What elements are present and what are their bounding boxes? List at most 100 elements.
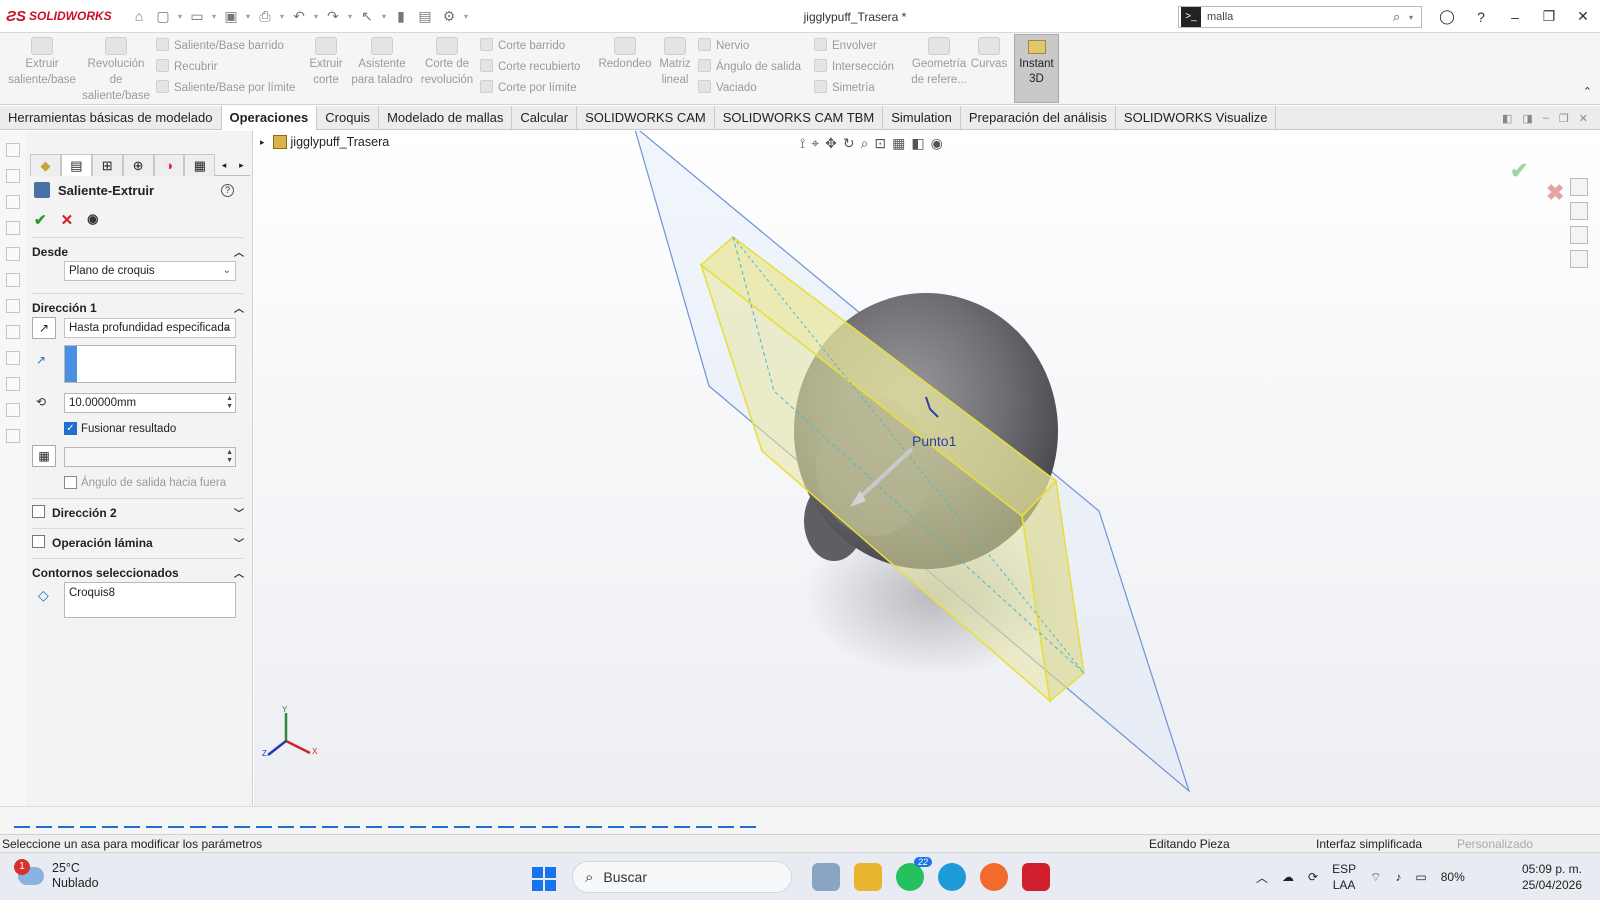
strip-tool-icon[interactable] — [6, 169, 20, 183]
tab-solidworks-cam-tbm[interactable]: SOLIDWORKS CAM TBM — [715, 106, 884, 130]
point-label[interactable]: Punto1 — [912, 433, 956, 449]
extruded-cut-button[interactable]: Extruir corte — [305, 37, 347, 88]
sketch-segment-icon[interactable] — [322, 814, 338, 828]
edge-tool-icon[interactable] — [234, 814, 250, 828]
property-manager-tab-icon[interactable]: ▤ — [60, 154, 92, 176]
note-icon[interactable] — [454, 814, 470, 828]
weather-widget[interactable]: 1 25°C Nublado — [14, 859, 99, 891]
language-indicator[interactable]: ESP LAA — [1332, 861, 1356, 893]
solidworks-logo[interactable]: ƧS SOLIDWORKS — [0, 8, 112, 25]
filter-icon[interactable] — [58, 814, 74, 828]
tab-croquis[interactable]: Croquis — [317, 106, 380, 130]
checkbox-unchecked-icon[interactable] — [64, 476, 77, 489]
spin-arrows-icon[interactable]: ▲ ▼ — [226, 395, 233, 411]
strip-tool-icon[interactable] — [6, 429, 20, 443]
file-explorer-icon[interactable] — [854, 863, 882, 891]
insert-icon[interactable] — [652, 814, 668, 828]
lofted-cut-button[interactable]: Corte recubierto — [480, 59, 580, 73]
cancel-x-icon[interactable]: ✕ — [61, 211, 74, 229]
axis-tool-icon[interactable] — [146, 814, 162, 828]
filter-flag-icon[interactable] — [718, 814, 734, 828]
panel-right-icon[interactable]: ◨ — [1522, 112, 1532, 125]
strip-tool-icon[interactable] — [6, 351, 20, 365]
tab-simulation[interactable]: Simulation — [883, 106, 961, 130]
save-icon[interactable]: ▣ — [220, 8, 242, 25]
revolve-boss-button[interactable]: Revolución de saliente/base — [82, 37, 150, 104]
model-canvas[interactable] — [254, 131, 1600, 806]
section-desde[interactable]: Desde ︿ — [32, 237, 244, 259]
user-account-icon[interactable]: ◯ — [1430, 8, 1464, 25]
strip-tool-icon[interactable] — [6, 195, 20, 209]
design-library-icon[interactable] — [1570, 202, 1588, 220]
tab-preparacion-analisis[interactable]: Preparación del análisis — [961, 106, 1116, 130]
confirm-cancel-icon[interactable]: ✖ — [1546, 180, 1564, 206]
display-style-icon[interactable]: ◧ — [911, 135, 924, 152]
feature-manager-tab-icon[interactable]: ◆ — [30, 154, 61, 176]
ok-check-icon[interactable]: ✔ — [34, 211, 47, 229]
doc-close-icon[interactable]: ✕ — [1579, 112, 1588, 125]
hide-show-icon[interactable]: ◉ — [931, 135, 943, 152]
search-box[interactable]: >_ malla ⌕ ▾ — [1178, 6, 1422, 28]
restore-icon[interactable]: ❐ — [1532, 8, 1566, 25]
boundary-cut-button[interactable]: Corte por límite — [480, 80, 577, 94]
close-icon[interactable]: ✕ — [1566, 8, 1600, 25]
insert-icon[interactable] — [674, 814, 690, 828]
new-file-icon[interactable]: ▢ — [152, 8, 174, 25]
sketch-tool-icon[interactable] — [300, 814, 316, 828]
panel-left-icon[interactable]: ◧ — [1502, 112, 1512, 125]
units-custom-label[interactable]: Personalizado — [1457, 837, 1533, 851]
doc-restore-icon[interactable]: ❐ — [1559, 112, 1569, 125]
rib-button[interactable]: Nervio — [698, 38, 749, 52]
hole-wizard-button[interactable]: Asistente para taladro — [348, 37, 416, 88]
configuration-manager-tab-icon[interactable]: ⊞ — [91, 154, 123, 176]
search-dropdown-icon[interactable]: ▾ — [1409, 13, 1421, 22]
direction-vector-listbox[interactable] — [64, 345, 236, 383]
shell-button[interactable]: Vaciado — [698, 80, 757, 94]
sync-icon[interactable]: ⟳ — [1308, 870, 1318, 884]
zoom-to-fit-icon[interactable]: ⌖ — [811, 135, 819, 152]
search-icon[interactable]: ⌕ — [1393, 9, 1409, 25]
instant3d-button[interactable]: Instant 3D — [1014, 34, 1059, 103]
taskbar-search[interactable]: ⌕ Buscar — [572, 861, 792, 893]
tab-operaciones[interactable]: Operaciones — [221, 106, 318, 130]
check-tool-icon[interactable] — [432, 814, 448, 828]
home-icon[interactable]: ⌂ — [128, 8, 150, 24]
solid-tool-icon[interactable] — [212, 814, 228, 828]
filter-flag-icon[interactable] — [740, 814, 756, 828]
surface-tool-icon[interactable] — [190, 814, 206, 828]
tab-solidworks-visualize[interactable]: SOLIDWORKS Visualize — [1116, 106, 1277, 130]
merge-result-checkbox[interactable]: ✓ Fusionar resultado — [64, 422, 176, 435]
rebuild-icon[interactable]: ▮ — [390, 8, 412, 25]
plane-tool-icon[interactable] — [168, 814, 184, 828]
appearance-tool-icon[interactable] — [630, 814, 646, 828]
swept-cut-button[interactable]: Corte barrido — [480, 38, 565, 52]
section-operacion-lamina[interactable]: Operación lámina ﹀ — [32, 528, 244, 550]
revolved-cut-button[interactable]: Corte de revolución — [418, 37, 476, 88]
print-icon[interactable]: ⎙ — [254, 8, 276, 25]
select-icon[interactable]: ↖ — [356, 8, 378, 25]
battery-icon[interactable]: ▭ — [1415, 870, 1426, 884]
tree-expand-icon[interactable]: ▸ — [260, 137, 265, 148]
depth-input[interactable]: 10.00000mm ▲ ▼ — [64, 393, 236, 413]
reference-geometry-button[interactable]: Geometría de refere... — [910, 37, 968, 88]
tab-solidworks-cam[interactable]: SOLIDWORKS CAM — [577, 106, 715, 130]
feature-tree-root[interactable]: ▸ jigglypuff_Trasera — [260, 135, 389, 149]
clock[interactable]: 05:09 p. m. 25/04/2026 — [1512, 861, 1582, 893]
image-icon[interactable] — [696, 814, 712, 828]
strip-tool-icon[interactable] — [6, 325, 20, 339]
draft-angle-input[interactable]: ▲ ▼ — [64, 447, 236, 467]
interface-mode-label[interactable]: Interfaz simplificada — [1316, 837, 1422, 851]
section-view-icon[interactable]: ▦ — [892, 135, 905, 152]
collapse-ribbon-icon[interactable]: ⌃ — [1583, 85, 1592, 98]
strip-tool-icon[interactable] — [6, 247, 20, 261]
zoom-area-icon[interactable]: ⊡ — [874, 135, 886, 152]
confirm-ok-icon[interactable]: ✔ — [1510, 158, 1528, 184]
collapse-chevron-icon[interactable]: ︿ — [234, 244, 244, 259]
rotate-icon[interactable]: ↻ — [843, 135, 855, 152]
lamina-checkbox[interactable] — [32, 535, 45, 548]
search-input[interactable]: malla — [1207, 11, 1393, 23]
vertex-tool-icon[interactable] — [278, 814, 294, 828]
filter-icon[interactable] — [14, 814, 30, 828]
extrude-boss-button[interactable]: Extruir saliente/base — [8, 37, 76, 88]
strip-tool-icon[interactable] — [6, 403, 20, 417]
